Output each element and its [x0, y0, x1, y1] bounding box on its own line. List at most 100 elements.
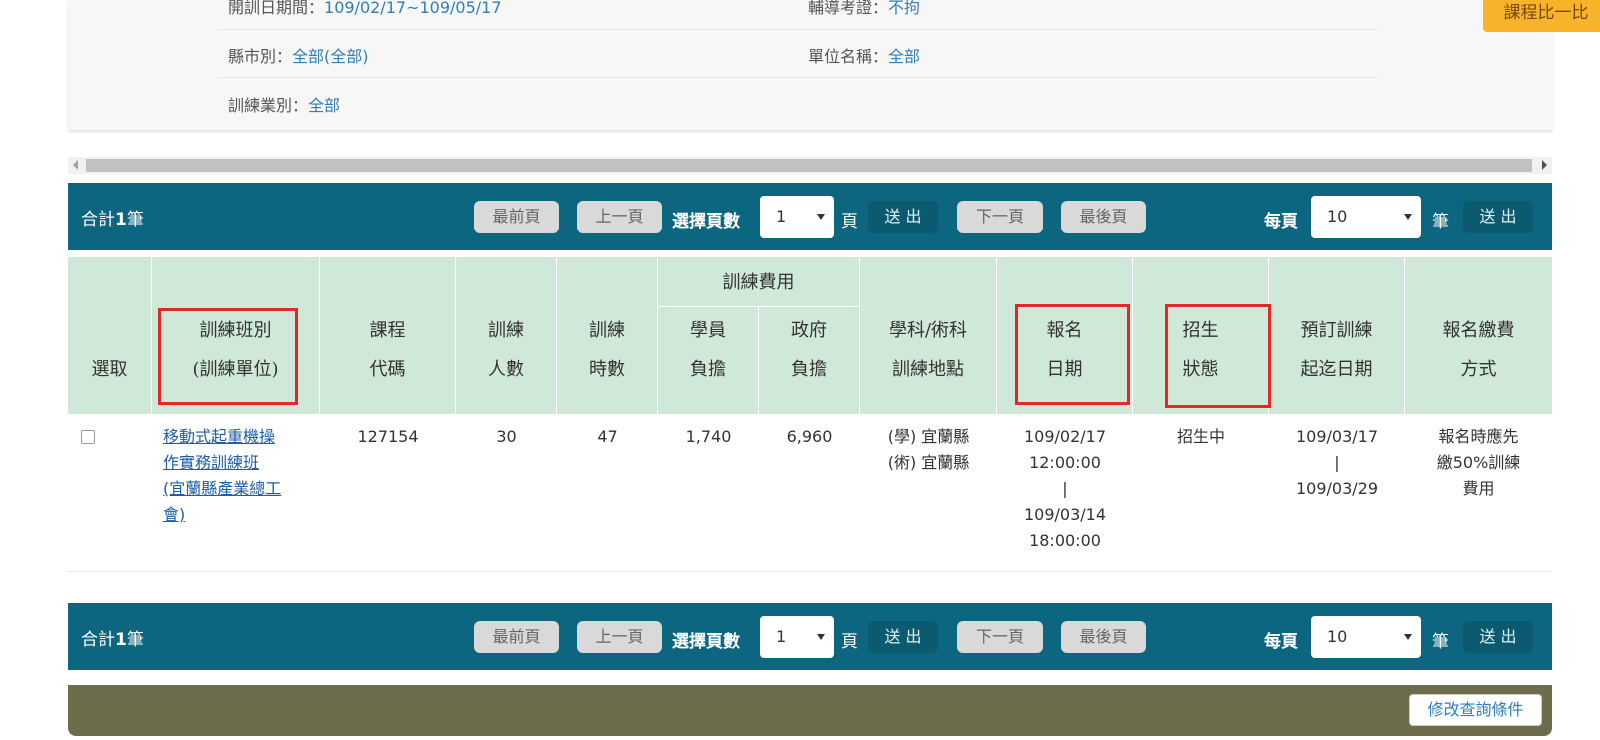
- header-hours: 訓練 時數: [557, 257, 658, 414]
- scroll-left-icon[interactable]: [73, 160, 78, 170]
- scrollbar-thumb[interactable]: [86, 159, 1532, 172]
- scroll-right-icon[interactable]: [1542, 160, 1547, 170]
- course-name-line: 移動式起重機操: [163, 427, 276, 446]
- per-page-submit-button[interactable]: 送 出: [1463, 621, 1533, 653]
- header-schedule-line1: 預訂訓練: [1300, 320, 1373, 341]
- header-gov-line2: 負擔: [791, 359, 827, 380]
- course-link[interactable]: 移動式起重機操 作實務訓練班 (宜蘭縣產業總工 會): [163, 424, 313, 528]
- open-date-label: 開訓日期間：: [228, 0, 325, 17]
- unit-label: 單位名稱：: [808, 47, 889, 66]
- per-page-select[interactable]: 10: [1311, 196, 1421, 238]
- prev-page-button[interactable]: 上一頁: [577, 201, 662, 233]
- payment-method: 報名時應先 繳50%訓練 費用: [1405, 424, 1552, 502]
- page-select-label: 選擇頁數: [672, 632, 740, 652]
- last-page-button[interactable]: 最後頁: [1061, 201, 1146, 233]
- payment-line: 費用: [1462, 479, 1495, 498]
- training-people: 30: [496, 427, 517, 446]
- open-date-value: 109/02/17~109/05/17: [324, 0, 502, 17]
- compare-courses-button[interactable]: 課程比一比: [1483, 0, 1600, 32]
- page-select[interactable]: 1: [760, 616, 834, 658]
- page-submit-button[interactable]: 送 出: [868, 621, 938, 653]
- page-submit-button[interactable]: 送 出: [868, 201, 938, 233]
- chevron-down-icon: [817, 214, 825, 220]
- course-name-line: 作實務訓練班: [163, 453, 260, 472]
- first-page-button[interactable]: 最前頁: [474, 621, 559, 653]
- search-criteria-panel: 開訓日期間：109/02/17~109/05/17 輔導考證：不拘 縣市別： 全部…: [68, 0, 1600, 130]
- prev-page-button[interactable]: 上一頁: [577, 621, 662, 653]
- place-line: (術) 宜蘭縣: [887, 453, 970, 472]
- per-page-label: 每頁: [1264, 212, 1298, 232]
- industry-value: 全部: [308, 96, 341, 115]
- page-select-value: 1: [776, 627, 787, 646]
- per-page-select[interactable]: 10: [1311, 616, 1421, 658]
- payment-line: 繳50%訓練: [1436, 453, 1521, 472]
- header-student-line1: 學員: [690, 320, 726, 341]
- divider: [218, 29, 1378, 30]
- footer-bar: 修改查詢條件: [68, 685, 1552, 736]
- header-place-line1: 學科/術科: [888, 320, 968, 341]
- training-hours: 47: [597, 427, 618, 446]
- modify-search-button[interactable]: 修改查詢條件: [1409, 694, 1542, 726]
- first-page-button[interactable]: 最前頁: [474, 201, 559, 233]
- header-code-line2: 代碼: [369, 359, 406, 380]
- next-page-button[interactable]: 下一頁: [957, 621, 1043, 653]
- county-label: 縣市別：: [228, 47, 293, 66]
- header-gov-line1: 政府: [791, 320, 827, 341]
- total-suffix: 筆: [126, 210, 144, 230]
- header-schedule: 預訂訓練 起迄日期: [1269, 257, 1405, 414]
- chevron-down-icon: [1404, 214, 1412, 220]
- unit-criterion: 單位名稱：全部: [808, 43, 920, 67]
- course-name-line: 會): [163, 505, 186, 524]
- highlight-box: [1015, 304, 1130, 405]
- open-date-criterion: 開訓日期間：109/02/17~109/05/17: [228, 0, 502, 18]
- enrollment-status: 招生中: [1176, 427, 1225, 446]
- header-fee-group: 訓練費用: [658, 257, 860, 307]
- divider: [218, 77, 1378, 78]
- horizontal-scrollbar[interactable]: [68, 157, 1552, 174]
- total-prefix: 合計: [81, 630, 115, 650]
- reg-date-separator: |: [1062, 479, 1068, 498]
- header-hours-line2: 時數: [589, 359, 625, 380]
- last-page-button[interactable]: 最後頁: [1061, 621, 1146, 653]
- next-page-button[interactable]: 下一頁: [957, 201, 1043, 233]
- reg-date-line: 109/03/14: [1023, 505, 1107, 524]
- reg-date-line: 109/02/17: [1023, 427, 1107, 446]
- schedule-dates: 109/03/17 | 109/03/29: [1269, 424, 1405, 502]
- header-pay-line2: 方式: [1460, 359, 1497, 380]
- reg-date-line: 12:00:00: [1029, 453, 1101, 472]
- table-header: 選取 訓練班別 (訓練單位) 課程 代碼 訓練 人數 訓練 時數 訓練費用 學員…: [68, 257, 1552, 414]
- gov-fee: 6,960: [786, 427, 833, 446]
- header-student-fee: 學員 負擔: [658, 307, 759, 414]
- per-page-submit-button[interactable]: 送 出: [1463, 201, 1533, 233]
- header-student-line2: 負擔: [690, 359, 726, 380]
- chevron-down-icon: [1404, 634, 1412, 640]
- per-page-unit: 筆: [1432, 632, 1449, 652]
- cert-criterion: 輔導考證：不拘: [808, 0, 920, 18]
- header-schedule-line2: 起迄日期: [1300, 359, 1373, 380]
- header-code-line1: 課程: [369, 320, 406, 341]
- header-place-line2: 訓練地點: [892, 359, 964, 380]
- highlight-box: [1165, 304, 1271, 408]
- table-row: 移動式起重機操 作實務訓練班 (宜蘭縣產業總工 會) 127154 30 47 …: [68, 414, 1552, 572]
- row-select-checkbox[interactable]: [81, 430, 95, 444]
- place-line: (學) 宜蘭縣: [887, 427, 970, 446]
- highlight-box: [158, 308, 298, 405]
- total-count: 合計1筆: [81, 625, 144, 650]
- chevron-down-icon: [817, 634, 825, 640]
- total-number: 1: [115, 630, 127, 650]
- per-page-unit: 筆: [1432, 212, 1449, 232]
- header-gov-fee: 政府 負擔: [759, 307, 860, 414]
- per-page-value: 10: [1327, 207, 1348, 226]
- page-select[interactable]: 1: [760, 196, 834, 238]
- header-place: 學科/術科 訓練地點: [860, 257, 997, 414]
- industry-label: 訓練業別：: [228, 96, 309, 115]
- header-people: 訓練 人數: [456, 257, 557, 414]
- header-payment: 報名繳費 方式: [1405, 257, 1552, 414]
- course-name-line: (宜蘭縣產業總工: [163, 479, 282, 498]
- page-unit: 頁: [841, 212, 858, 232]
- reg-date-line: 18:00:00: [1029, 531, 1101, 550]
- header-people-line2: 人數: [488, 359, 524, 380]
- training-place: (學) 宜蘭縣 (術) 宜蘭縣: [860, 424, 997, 476]
- page-select-label: 選擇頁數: [672, 212, 740, 232]
- pager-top: 合計1筆 最前頁 上一頁 選擇頁數 1 頁 送 出 下一頁 最後頁 每頁 10 …: [68, 183, 1552, 250]
